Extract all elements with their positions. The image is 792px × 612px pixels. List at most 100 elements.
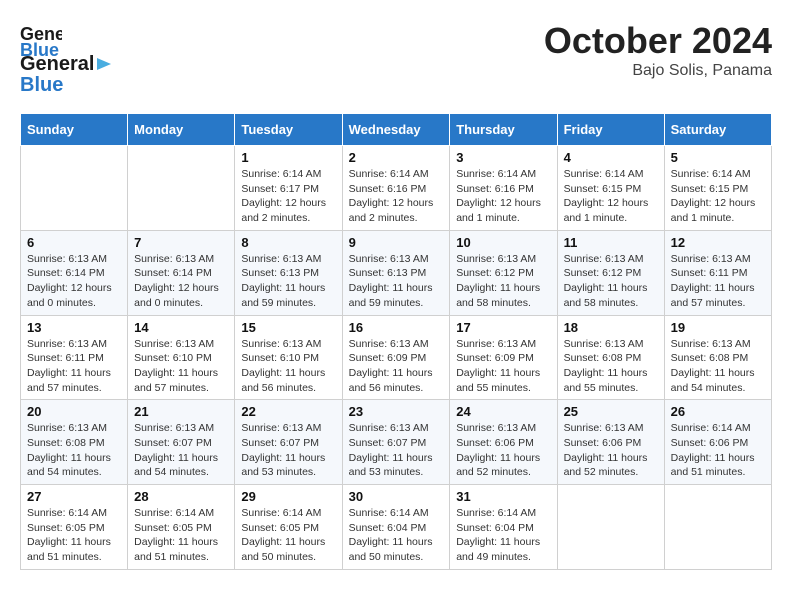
header-saturday: Saturday xyxy=(664,114,771,146)
calendar-table: SundayMondayTuesdayWednesdayThursdayFrid… xyxy=(20,113,772,570)
day-info: Sunrise: 6:14 AM Sunset: 6:15 PM Dayligh… xyxy=(671,167,765,226)
day-number: 2 xyxy=(349,150,444,165)
day-number: 31 xyxy=(456,489,550,504)
day-number: 18 xyxy=(564,320,658,335)
day-number: 12 xyxy=(671,235,765,250)
day-cell: 30 Sunrise: 6:14 AM Sunset: 6:04 PM Dayli… xyxy=(342,485,450,570)
day-info: Sunrise: 6:13 AM Sunset: 6:11 PM Dayligh… xyxy=(671,252,765,311)
day-info: Sunrise: 6:14 AM Sunset: 6:06 PM Dayligh… xyxy=(671,421,765,480)
day-cell: 16 Sunrise: 6:13 AM Sunset: 6:09 PM Dayli… xyxy=(342,315,450,400)
day-info: Sunrise: 6:13 AM Sunset: 6:12 PM Dayligh… xyxy=(564,252,658,311)
week-row-3: 20 Sunrise: 6:13 AM Sunset: 6:08 PM Dayli… xyxy=(21,400,772,485)
day-cell: 7Sunrise: 6:13 AM Sunset: 6:14 PM Daylig… xyxy=(128,230,235,315)
header-thursday: Thursday xyxy=(450,114,557,146)
day-number: 1 xyxy=(241,150,335,165)
day-number: 26 xyxy=(671,404,765,419)
day-info: Sunrise: 6:13 AM Sunset: 6:06 PM Dayligh… xyxy=(456,421,550,480)
day-cell: 4 Sunrise: 6:14 AM Sunset: 6:15 PM Daylig… xyxy=(557,146,664,231)
day-cell: 6 Sunrise: 6:13 AM Sunset: 6:14 PM Daylig… xyxy=(21,230,128,315)
day-cell xyxy=(128,146,235,231)
day-cell: 10 Sunrise: 6:13 AM Sunset: 6:12 PM Dayli… xyxy=(450,230,557,315)
day-info: Sunrise: 6:13 AM Sunset: 6:14 PM Dayligh… xyxy=(27,252,121,311)
logo-general: General xyxy=(20,54,94,74)
day-cell: 31 Sunrise: 6:14 AM Sunset: 6:04 PM Dayli… xyxy=(450,485,557,570)
day-number: 10 xyxy=(456,235,550,250)
day-number: 30 xyxy=(349,489,444,504)
day-cell: 9Sunrise: 6:13 AM Sunset: 6:13 PM Daylig… xyxy=(342,230,450,315)
header-monday: Monday xyxy=(128,114,235,146)
calendar-header-row: SundayMondayTuesdayWednesdayThursdayFrid… xyxy=(21,114,772,146)
day-number: 17 xyxy=(456,320,550,335)
day-number: 7 xyxy=(134,235,228,250)
day-cell: 27 Sunrise: 6:14 AM Sunset: 6:05 PM Dayli… xyxy=(21,485,128,570)
day-number: 3 xyxy=(456,150,550,165)
day-info: Sunrise: 6:13 AM Sunset: 6:13 PM Dayligh… xyxy=(349,252,444,311)
day-number: 29 xyxy=(241,489,335,504)
month-title: October 2024 xyxy=(544,20,772,62)
day-cell: 22 Sunrise: 6:13 AM Sunset: 6:07 PM Dayli… xyxy=(235,400,342,485)
day-info: Sunrise: 6:13 AM Sunset: 6:09 PM Dayligh… xyxy=(349,337,444,396)
day-cell: 29 Sunrise: 6:14 AM Sunset: 6:05 PM Dayli… xyxy=(235,485,342,570)
day-number: 6 xyxy=(27,235,121,250)
day-number: 22 xyxy=(241,404,335,419)
day-cell: 2Sunrise: 6:14 AM Sunset: 6:16 PM Daylig… xyxy=(342,146,450,231)
day-info: Sunrise: 6:13 AM Sunset: 6:07 PM Dayligh… xyxy=(241,421,335,480)
day-info: Sunrise: 6:13 AM Sunset: 6:13 PM Dayligh… xyxy=(241,252,335,311)
day-info: Sunrise: 6:13 AM Sunset: 6:07 PM Dayligh… xyxy=(134,421,228,480)
day-cell: 15 Sunrise: 6:13 AM Sunset: 6:10 PM Dayli… xyxy=(235,315,342,400)
day-info: Sunrise: 6:14 AM Sunset: 6:04 PM Dayligh… xyxy=(456,506,550,565)
day-number: 21 xyxy=(134,404,228,419)
week-row-2: 13Sunrise: 6:13 AM Sunset: 6:11 PM Dayli… xyxy=(21,315,772,400)
day-info: Sunrise: 6:14 AM Sunset: 6:05 PM Dayligh… xyxy=(241,506,335,565)
day-number: 8 xyxy=(241,235,335,250)
week-row-0: 1Sunrise: 6:14 AM Sunset: 6:17 PM Daylig… xyxy=(21,146,772,231)
week-row-4: 27 Sunrise: 6:14 AM Sunset: 6:05 PM Dayli… xyxy=(21,485,772,570)
day-info: Sunrise: 6:13 AM Sunset: 6:08 PM Dayligh… xyxy=(671,337,765,396)
day-number: 24 xyxy=(456,404,550,419)
day-info: Sunrise: 6:13 AM Sunset: 6:08 PM Dayligh… xyxy=(27,421,121,480)
day-cell: 11 Sunrise: 6:13 AM Sunset: 6:12 PM Dayli… xyxy=(557,230,664,315)
day-cell: 20 Sunrise: 6:13 AM Sunset: 6:08 PM Dayli… xyxy=(21,400,128,485)
day-number: 13 xyxy=(27,320,121,335)
day-info: Sunrise: 6:13 AM Sunset: 6:12 PM Dayligh… xyxy=(456,252,550,311)
day-info: Sunrise: 6:14 AM Sunset: 6:15 PM Dayligh… xyxy=(564,167,658,226)
day-number: 15 xyxy=(241,320,335,335)
title-area: October 2024 Bajo Solis, Panama xyxy=(544,20,772,80)
day-number: 25 xyxy=(564,404,658,419)
day-cell: 28 Sunrise: 6:14 AM Sunset: 6:05 PM Dayli… xyxy=(128,485,235,570)
day-cell xyxy=(664,485,771,570)
day-number: 4 xyxy=(564,150,658,165)
day-number: 14 xyxy=(134,320,228,335)
day-number: 27 xyxy=(27,489,121,504)
day-cell: 14Sunrise: 6:13 AM Sunset: 6:10 PM Dayli… xyxy=(128,315,235,400)
day-info: Sunrise: 6:13 AM Sunset: 6:06 PM Dayligh… xyxy=(564,421,658,480)
day-number: 20 xyxy=(27,404,121,419)
day-number: 23 xyxy=(349,404,444,419)
day-cell: 12 Sunrise: 6:13 AM Sunset: 6:11 PM Dayli… xyxy=(664,230,771,315)
day-number: 19 xyxy=(671,320,765,335)
day-cell: 23 Sunrise: 6:13 AM Sunset: 6:07 PM Dayli… xyxy=(342,400,450,485)
day-number: 11 xyxy=(564,235,658,250)
day-info: Sunrise: 6:14 AM Sunset: 6:05 PM Dayligh… xyxy=(27,506,121,565)
day-cell: 13Sunrise: 6:13 AM Sunset: 6:11 PM Dayli… xyxy=(21,315,128,400)
header-sunday: Sunday xyxy=(21,114,128,146)
day-info: Sunrise: 6:13 AM Sunset: 6:07 PM Dayligh… xyxy=(349,421,444,480)
header-wednesday: Wednesday xyxy=(342,114,450,146)
day-cell: 3Sunrise: 6:14 AM Sunset: 6:16 PM Daylig… xyxy=(450,146,557,231)
day-cell: 19 Sunrise: 6:13 AM Sunset: 6:08 PM Dayli… xyxy=(664,315,771,400)
day-number: 28 xyxy=(134,489,228,504)
day-info: Sunrise: 6:13 AM Sunset: 6:10 PM Dayligh… xyxy=(241,337,335,396)
day-cell: 21 Sunrise: 6:13 AM Sunset: 6:07 PM Dayli… xyxy=(128,400,235,485)
day-cell: 8 Sunrise: 6:13 AM Sunset: 6:13 PM Daylig… xyxy=(235,230,342,315)
day-number: 16 xyxy=(349,320,444,335)
header-friday: Friday xyxy=(557,114,664,146)
page-header: General Blue General Blue October 2024 B… xyxy=(20,20,772,97)
day-cell: 25 Sunrise: 6:13 AM Sunset: 6:06 PM Dayli… xyxy=(557,400,664,485)
day-cell: 1Sunrise: 6:14 AM Sunset: 6:17 PM Daylig… xyxy=(235,146,342,231)
day-number: 5 xyxy=(671,150,765,165)
day-info: Sunrise: 6:14 AM Sunset: 6:04 PM Dayligh… xyxy=(349,506,444,565)
logo-blue: Blue xyxy=(20,74,63,96)
logo-arrow-icon xyxy=(95,55,113,73)
day-info: Sunrise: 6:14 AM Sunset: 6:05 PM Dayligh… xyxy=(134,506,228,565)
week-row-1: 6 Sunrise: 6:13 AM Sunset: 6:14 PM Daylig… xyxy=(21,230,772,315)
